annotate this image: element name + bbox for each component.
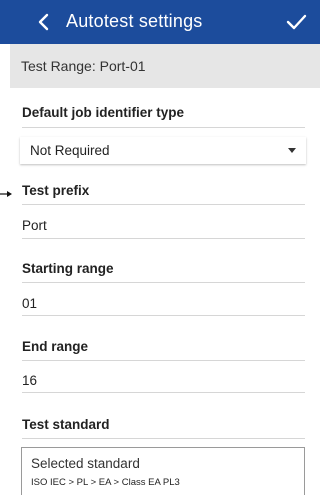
divider	[22, 438, 305, 439]
divider	[22, 204, 305, 205]
selected-standard-box[interactable]: Selected standard ISO IEC > PL > EA > Cl…	[21, 447, 305, 495]
test-range-header: Test Range: Port-01	[10, 44, 320, 88]
divider	[22, 282, 305, 283]
divider	[22, 238, 305, 239]
confirm-check-icon[interactable]	[284, 11, 308, 33]
test-prefix-label: Test prefix	[22, 183, 90, 198]
job-identifier-label: Default job identifier type	[22, 105, 185, 120]
selected-standard-title: Selected standard	[31, 456, 140, 471]
test-prefix-input[interactable]: Port	[22, 218, 47, 233]
divider	[22, 127, 305, 128]
app-bar: Autotest settings	[0, 0, 320, 44]
divider	[22, 360, 305, 361]
job-identifier-dropdown[interactable]: Not Required	[20, 137, 306, 164]
end-range-input[interactable]: 16	[22, 373, 37, 388]
back-arrow-icon[interactable]	[34, 10, 54, 34]
end-range-label: End range	[22, 339, 89, 354]
page-title: Autotest settings	[66, 11, 203, 31]
starting-range-input[interactable]: 01	[22, 296, 37, 311]
divider	[22, 315, 305, 316]
divider	[22, 392, 305, 393]
dropdown-caret-icon	[288, 148, 296, 153]
selected-standard-path: ISO IEC > PL > EA > Class EA PL3	[31, 477, 180, 488]
test-range-label: Test Range: Port-01	[21, 58, 146, 74]
job-identifier-selected: Not Required	[30, 143, 110, 158]
pointer-arrow-icon	[0, 186, 12, 197]
starting-range-label: Starting range	[22, 261, 114, 276]
test-standard-label: Test standard	[22, 417, 110, 432]
